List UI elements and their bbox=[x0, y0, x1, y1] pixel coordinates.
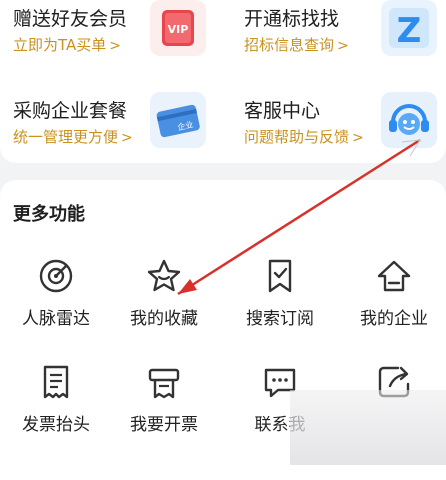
promo-title: 采购企业套餐 bbox=[13, 100, 128, 122]
z-logo-letter: Z bbox=[397, 11, 422, 51]
promo-title: 开通标找找 bbox=[244, 8, 340, 30]
promo-open-biaozhaozhao[interactable]: 开通标找找 招标信息查询 > Z bbox=[231, 0, 446, 70]
func-label: 搜索订阅 bbox=[246, 309, 314, 329]
vip-card-icon: VIP bbox=[150, 0, 206, 56]
chevron-right-icon: > bbox=[337, 38, 349, 54]
promo-customer-service[interactable]: 客服中心 问题帮助与反馈 > bbox=[231, 92, 446, 162]
printer-icon bbox=[148, 368, 180, 399]
house-icon bbox=[377, 260, 411, 292]
func-search-subscription[interactable]: 搜索订阅 bbox=[224, 256, 336, 336]
promo-subtitle: 立即为TA买单 > bbox=[13, 36, 121, 54]
promo-title: 赠送好友会员 bbox=[13, 8, 128, 30]
radar-icon bbox=[39, 259, 73, 293]
enterprise-card-icon: 企业 bbox=[150, 92, 206, 148]
chevron-right-icon: > bbox=[109, 38, 121, 54]
func-my-enterprise[interactable]: 我的企业 bbox=[338, 256, 446, 336]
promo-enterprise-package[interactable]: 采购企业套餐 统一管理更方便 > 企业 bbox=[0, 92, 223, 162]
promo-gift-membership[interactable]: 赠送好友会员 立即为TA买单 > VIP bbox=[0, 0, 223, 70]
func-label: 发票抬头 bbox=[22, 415, 90, 435]
func-label: 我的收藏 bbox=[130, 309, 198, 329]
chevron-right-icon: > bbox=[121, 130, 133, 146]
func-my-favorites[interactable]: 我的收藏 bbox=[108, 256, 220, 336]
promo-subtitle: 问题帮助与反馈 > bbox=[244, 128, 364, 146]
promo-subtitle: 统一管理更方便 > bbox=[13, 128, 133, 146]
vip-badge-text: VIP bbox=[168, 23, 189, 36]
func-invoice-title[interactable]: 发票抬头 bbox=[0, 362, 112, 442]
chevron-right-icon: > bbox=[352, 130, 364, 146]
func-label: 人脉雷达 bbox=[22, 309, 90, 329]
func-issue-invoice[interactable]: 我要开票 bbox=[108, 362, 220, 442]
section-title: 更多功能 bbox=[13, 204, 85, 225]
watermark-overlay bbox=[290, 390, 446, 465]
z-logo-icon: Z bbox=[381, 0, 437, 56]
receipt-icon bbox=[43, 365, 69, 399]
promo-title: 客服中心 bbox=[244, 100, 321, 122]
func-label: 我的企业 bbox=[360, 309, 428, 329]
headset-icon bbox=[381, 92, 437, 148]
func-label: 我要开票 bbox=[130, 415, 198, 435]
star-icon bbox=[147, 259, 181, 292]
func-contacts-radar[interactable]: 人脉雷达 bbox=[0, 256, 112, 336]
bookmark-check-icon bbox=[268, 259, 292, 293]
promo-subtitle: 招标信息查询 > bbox=[244, 36, 349, 54]
